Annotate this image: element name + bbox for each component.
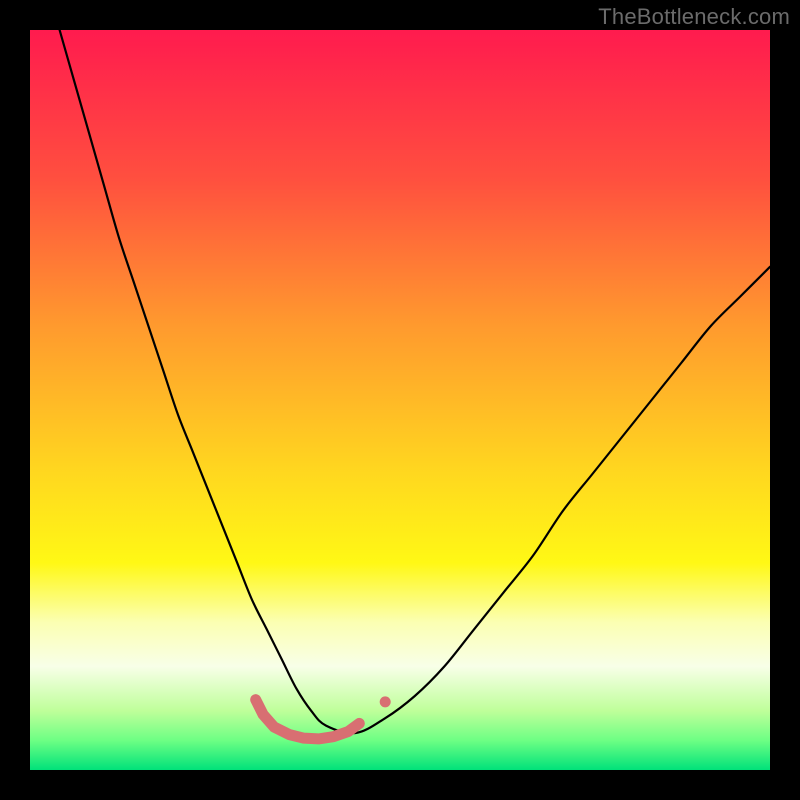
chart-svg bbox=[30, 30, 770, 770]
watermark-text: TheBottleneck.com bbox=[598, 4, 790, 30]
trough-marker-dot bbox=[380, 696, 391, 707]
gradient-background bbox=[30, 30, 770, 770]
chart-frame: TheBottleneck.com bbox=[0, 0, 800, 800]
chart-plot bbox=[30, 30, 770, 770]
